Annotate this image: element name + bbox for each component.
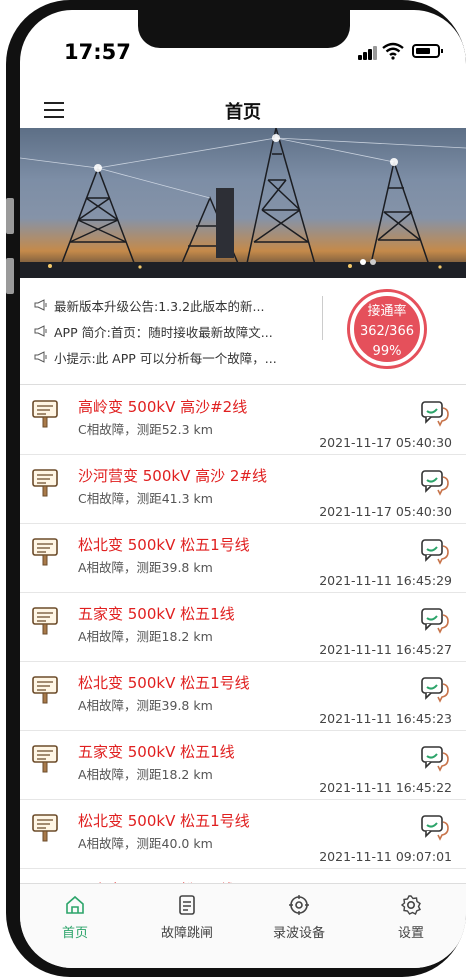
divider — [322, 296, 323, 340]
record-title: 松北变 500kV 松五1号线 — [78, 674, 250, 692]
megaphone-icon — [34, 299, 47, 311]
list-item[interactable]: 沙河营变 500kV 高沙 2#线 C相故障，测距41.3 km 2021-11-1… — [20, 455, 466, 524]
signpost-icon — [32, 745, 58, 773]
record-time: 2021-11-17 05:40:30 — [319, 504, 452, 519]
gear-icon — [400, 895, 421, 915]
record-detail: A相故障，测距40.0 km — [78, 836, 213, 851]
chat-icon[interactable] — [420, 607, 450, 635]
document-icon — [179, 895, 195, 915]
signpost-icon — [32, 400, 58, 428]
record-detail: C相故障，测距41.3 km — [78, 491, 213, 506]
signpost-icon — [32, 607, 58, 635]
gauge-label: 接通率 — [367, 304, 407, 319]
record-detail: A相故障，测距39.8 km — [78, 698, 213, 713]
chat-icon[interactable] — [420, 814, 450, 842]
list-item[interactable]: 松北变 500kV 松五1号线 A相故障，测距39.8 km 2021-11-11 … — [20, 662, 466, 731]
record-title: 松北变 500kV 松五1号线 — [78, 536, 250, 554]
tab-bar: 首页 故障跳闸 录波设备 设置 — [20, 883, 466, 968]
chat-icon[interactable] — [420, 400, 450, 428]
notice-text: 小提示:此 APP 可以分析每一个故障，... — [54, 350, 277, 366]
megaphone-icon — [34, 351, 47, 363]
list-item[interactable]: 松北变 500kV 松五1号线 A相故障，测距40.0 km 2021-11-11 … — [20, 800, 466, 869]
notice-text: 最新版本升级公告:1.3.2此版本的新... — [54, 298, 265, 314]
record-time: 2021-11-11 09:07:01 — [319, 849, 452, 864]
home-icon — [66, 895, 84, 914]
record-title: 沙河营变 500kV 高沙 2#线 — [78, 467, 267, 485]
chat-icon[interactable] — [420, 469, 450, 497]
page-title: 首页 — [225, 102, 261, 123]
signpost-icon — [32, 676, 58, 704]
side-button — [6, 258, 14, 294]
record-detail: C相故障，测距52.3 km — [78, 422, 213, 437]
gauge-percent: 99% — [372, 344, 402, 359]
tab-label: 设置 — [397, 926, 424, 941]
signal-icon — [358, 46, 378, 60]
carousel-indicator[interactable] — [360, 250, 380, 269]
record-title: 高岭变 500kV 高沙#2线 — [78, 398, 248, 416]
notch — [138, 10, 350, 48]
screen: 17:57 首页 最新版本升级公告:1.3.2此版本的新... APP 简介:首… — [20, 10, 466, 968]
tab-label: 故障跳闸 — [160, 926, 213, 941]
battery-icon — [412, 44, 443, 58]
record-detail: A相故障，测距18.2 km — [78, 767, 213, 782]
banner-image[interactable] — [20, 128, 466, 278]
record-detail: A相故障，测距18.2 km — [78, 629, 213, 644]
signpost-icon — [32, 538, 58, 566]
chat-icon[interactable] — [420, 676, 450, 704]
target-icon — [289, 895, 309, 915]
phone-frame: 17:57 首页 最新版本升级公告:1.3.2此版本的新... APP 简介:首… — [6, 0, 466, 977]
record-title: 松北变 500kV 松五1号线 — [78, 812, 250, 830]
connection-rate-gauge[interactable]: 接通率 362/366 99% — [347, 289, 427, 369]
tab-label: 首页 — [61, 926, 88, 941]
signpost-icon — [32, 814, 58, 842]
list-item[interactable]: 五家变 500kV 松五1线 A相故障，测距18.2 km 2021-11-11 1… — [20, 731, 466, 800]
status-time: 17:57 — [64, 40, 131, 64]
record-time: 2021-11-11 16:45:27 — [319, 642, 452, 657]
signpost-icon — [32, 469, 58, 497]
gauge-count: 362/366 — [359, 324, 414, 339]
record-time: 2021-11-11 16:45:22 — [319, 780, 452, 795]
tab-home[interactable]: 首页 — [20, 894, 130, 941]
wifi-icon — [382, 42, 404, 60]
list-item[interactable]: 五家变 500kV 松五1线 A相故障，测距18.2 km 2021-11-11 1… — [20, 593, 466, 662]
record-title: 五家变 500kV 松五1线 — [78, 743, 235, 761]
list-item[interactable]: 松北变 500kV 松五1号线 A相故障，测距39.8 km 2021-11-11 … — [20, 524, 466, 593]
list-item[interactable]: 高岭变 500kV 高沙#2线 C相故障，测距52.3 km 2021-11-17 … — [20, 386, 466, 455]
megaphone-icon — [34, 325, 47, 337]
notice-item[interactable]: 最新版本升级公告:1.3.2此版本的新... — [34, 294, 264, 316]
side-button — [6, 198, 14, 234]
fault-list[interactable]: 高岭变 500kV 高沙#2线 C相故障，测距52.3 km 2021-11-17 … — [20, 386, 466, 886]
record-time: 2021-11-11 16:45:29 — [319, 573, 452, 588]
record-time: 2021-11-17 05:40:30 — [319, 435, 452, 450]
notice-text: APP 简介:首页：随时接收最新故障文... — [54, 324, 273, 340]
notice-item[interactable]: APP 简介:首页：随时接收最新故障文... — [34, 320, 273, 342]
tab-settings[interactable]: 设置 — [356, 894, 466, 941]
chat-icon[interactable] — [420, 745, 450, 773]
record-title: 五家变 500kV 松五1线 — [78, 605, 235, 623]
record-detail: A相故障，测距39.8 km — [78, 560, 213, 575]
notice-item[interactable]: 小提示:此 APP 可以分析每一个故障，... — [34, 346, 277, 368]
tab-fault-trip[interactable]: 故障跳闸 — [132, 894, 242, 941]
record-time: 2021-11-11 16:45:23 — [319, 711, 452, 726]
tab-label: 录波设备 — [272, 926, 325, 941]
tab-recorder-device[interactable]: 录波设备 — [244, 894, 354, 941]
chat-icon[interactable] — [420, 538, 450, 566]
